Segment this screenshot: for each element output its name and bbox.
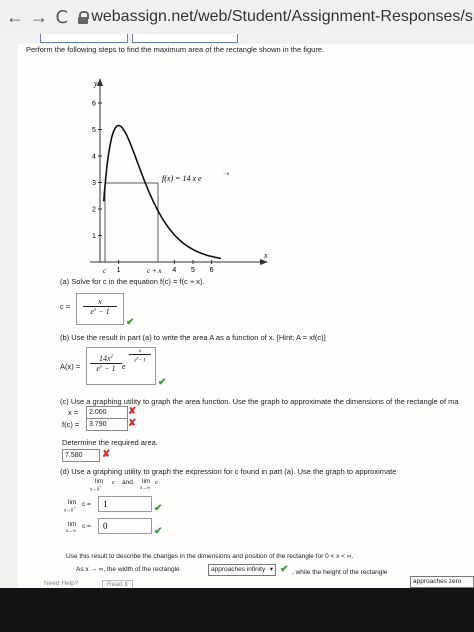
part-d-row1-check-icon: ✔: [154, 503, 163, 514]
part-c-prompt: (c) Use a graphing utility to graph the …: [60, 397, 459, 406]
part-a-denominator-row: ex − 1: [83, 307, 117, 316]
part-a-numerator: x: [83, 297, 117, 307]
part-d-lim1-sub-text: x→0: [90, 486, 100, 492]
part-d-row2-lim: lim: [68, 521, 77, 528]
axis-ticks: 1 2 3 4 5 6 1 4 5 6: [92, 101, 214, 275]
x-tick-label: 1: [117, 267, 121, 274]
part-d-lim2: lim: [142, 478, 151, 485]
width-dropdown-value: approaches infinity: [211, 566, 266, 573]
y-tick-label: 3: [92, 180, 96, 187]
tab-stub-left[interactable]: [40, 34, 128, 43]
question-intro: Perform the following steps to find the …: [26, 45, 325, 54]
part-e-prompt: Use this result to describe the changes …: [66, 553, 354, 560]
browser-toolbar: ← → C webassign.net/web/Student/Assignme…: [0, 0, 474, 35]
part-b-numerator: 14x: [98, 354, 111, 363]
part-e-sentence-start: As x → ∞, the width of the rectangle: [76, 566, 180, 573]
part-d-prompt: (d) Use a graphing utility to graph the …: [60, 467, 397, 476]
y-axis-label: y: [93, 79, 98, 88]
function-exponent: −x: [223, 171, 230, 177]
y-tick-label: 5: [92, 127, 96, 134]
function-label: f(x) = 14 x e: [162, 174, 202, 183]
part-d-row2-answer-box[interactable]: 0: [98, 518, 152, 534]
part-a-prompt: (a) Solve for c in the equation f(c) = f…: [60, 277, 205, 286]
part-a-denominator-exp: x: [93, 307, 97, 313]
chevron-down-icon: ▾: [269, 566, 273, 573]
part-c-fc-label: f(c) =: [62, 420, 80, 429]
part-c-fc-input[interactable]: 3.790: [86, 418, 128, 431]
part-a-fraction: x ex − 1: [83, 297, 117, 316]
y-tick-label: 6: [92, 101, 96, 108]
part-c-area-prompt: Determine the required area.: [62, 438, 158, 447]
part-c-x-label: x =: [68, 408, 79, 417]
part-d-row1-answer-box[interactable]: 1: [98, 496, 152, 512]
part-d-lim1-var: c: [112, 479, 115, 486]
part-d-row1-value: 1: [103, 499, 108, 509]
page-area: Perform the following steps to find the …: [0, 34, 474, 589]
part-d-row1-lim: lim: [68, 499, 77, 506]
part-e-sentence-mid: , while the height of the rectangle: [292, 569, 388, 576]
x-tick-label: 5: [191, 267, 195, 274]
part-d-row2-check-icon: ✔: [154, 526, 163, 537]
part-b-exponent: x ex− 1: [129, 349, 151, 364]
address-bar[interactable]: webassign.net/web/Student/Assignment-Res…: [91, 8, 474, 26]
c-plus-x-label: c + x: [147, 267, 162, 275]
part-c-x-wrong-icon: ✘: [128, 406, 137, 417]
y-tick-label: 4: [92, 154, 96, 161]
y-tick-label: 1: [92, 233, 96, 240]
part-a-denominator-tail: − 1: [98, 307, 110, 316]
forward-arrow-icon[interactable]: →: [30, 7, 48, 28]
x-tick-label: 6: [210, 267, 214, 274]
part-b-numerator-exp: 2: [110, 354, 114, 360]
part-a-lhs: c =: [60, 302, 71, 311]
lock-icon: [77, 11, 89, 24]
height-dropdown-value: approaches zero: [413, 578, 462, 585]
part-c-fc-wrong-icon: ✘: [128, 418, 137, 429]
part-b-exp-denominator-tail: − 1: [138, 358, 146, 364]
function-curve: [102, 124, 222, 260]
y-tick-label: 2: [92, 207, 96, 214]
part-e-width-check-icon: ✔: [280, 564, 289, 575]
y-axis-arrow: [97, 78, 103, 86]
part-d-lim1-sub: x→0+: [90, 485, 101, 492]
part-b-prompt: (b) Use the result in part (a) to write …: [60, 333, 326, 342]
part-d-row2-value: 0: [103, 521, 108, 531]
part-b-lhs: A(x) =: [60, 362, 81, 371]
part-c-area-wrong-icon: ✘: [102, 449, 111, 460]
x-tick-label: 4: [172, 267, 176, 274]
part-b-e-base: e: [122, 362, 126, 371]
part-d-lim1: lim: [95, 478, 104, 485]
part-d-row1-sub: x→0+: [64, 506, 75, 513]
part-c-area-input[interactable]: 7.580: [62, 449, 100, 462]
part-d-row1-eq: c =: [82, 501, 91, 508]
part-b-denominator-tail: − 1: [104, 364, 116, 373]
c-label: c: [103, 267, 107, 275]
part-d-and: and: [122, 479, 133, 486]
tab-stub-right[interactable]: [132, 34, 238, 43]
height-dropdown[interactable]: approaches zero: [410, 576, 474, 588]
part-d-lim2-sub: x→∞: [140, 485, 150, 490]
function-graph: 1 2 3 4 5 6 1 4 5 6 y x c c + x f(x) = 14 x e −x: [90, 78, 268, 275]
part-a-answer-box[interactable]: x ex − 1: [76, 293, 124, 325]
part-b-answer-box[interactable]: 14x2 ex − 1 e x ex− 1: [86, 347, 156, 385]
part-d-lim2-var: c: [155, 479, 158, 486]
x-axis-label: x: [263, 251, 268, 260]
part-d-lim1-sup: +: [99, 485, 102, 489]
question-panel: Perform the following steps to find the …: [18, 44, 474, 589]
part-d-row2-eq: c =: [82, 523, 91, 530]
part-b-fraction: 14x2 ex − 1: [90, 354, 122, 373]
part-a-check-icon: ✔: [126, 317, 135, 328]
part-d-row1-sub-text: x→0: [64, 507, 74, 513]
part-d-row1-sup: +: [73, 506, 76, 510]
part-b-denominator-exp: x: [99, 364, 103, 370]
back-arrow-icon[interactable]: ←: [6, 7, 24, 28]
part-b-check-icon: ✔: [158, 377, 167, 388]
bottom-shadow: [0, 588, 474, 632]
part-d-row2-sub: x→∞: [66, 528, 76, 533]
width-dropdown[interactable]: approaches infinity ▾: [208, 564, 276, 576]
need-help-label: Need Help?: [44, 580, 79, 587]
reload-icon[interactable]: C: [54, 7, 70, 28]
